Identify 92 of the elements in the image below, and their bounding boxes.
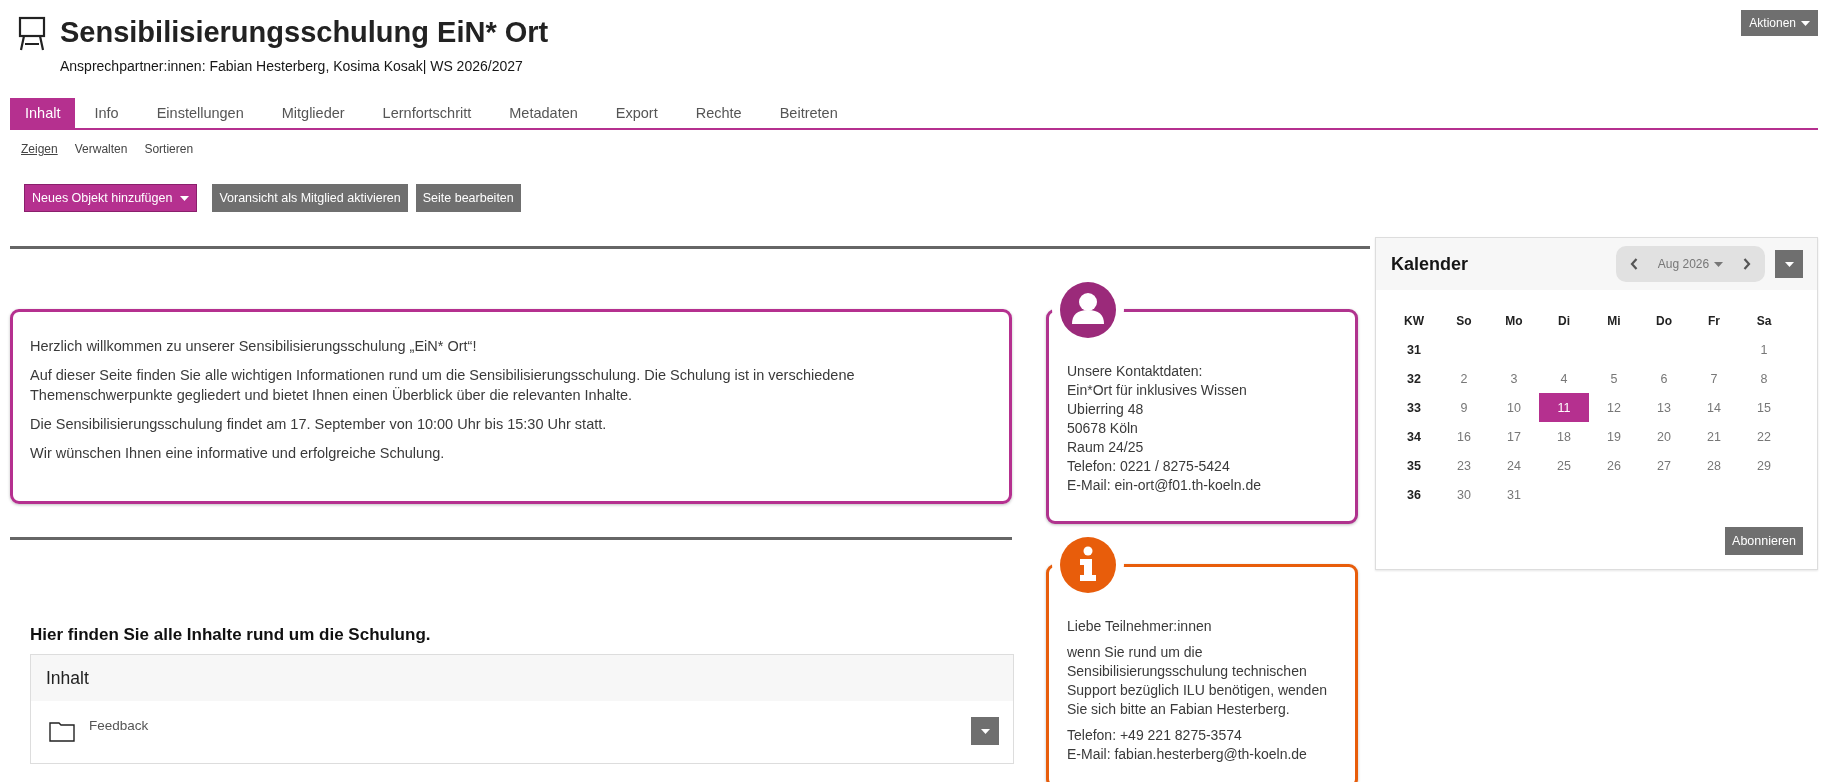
- calendar-day[interactable]: 28: [1689, 451, 1739, 480]
- calendar-day[interactable]: 15: [1739, 393, 1789, 422]
- toolbar-button[interactable]: Seite bearbeiten: [415, 184, 521, 212]
- dropdown-button[interactable]: [971, 717, 999, 745]
- weekday-header: Fr: [1707, 312, 1721, 330]
- page-title: Sensibilisierungsschulung EiN* Ort: [60, 15, 549, 50]
- calendar-day[interactable]: 14: [1689, 393, 1739, 422]
- calendar-day[interactable]: 5: [1589, 364, 1639, 393]
- card-paragraph: Unsere Kontaktdaten: Ein*Ort für inklusives Wissen Ubierring 48 50678 Köln Raum 24/25 Telefon: 0221 / 8275-5424 E-Mail: ein-ort@f01.th-koeln.de: [1067, 362, 1262, 495]
- subtab-link[interactable]: Sortieren: [144, 142, 194, 156]
- card-paragraph: Telefon: +49 221 8275-3574 E-Mail: fabian.hesterberg@th-koeln.de: [1067, 726, 1308, 764]
- weekday-header: Do: [1655, 312, 1673, 330]
- caret-icon: [180, 195, 190, 201]
- subscribe-button[interactable]: Abonnieren: [1725, 527, 1803, 555]
- tab[interactable]: Einstellungen: [137, 98, 263, 128]
- calendar-day[interactable]: 9: [1439, 393, 1489, 422]
- weekday-header: Mo: [1504, 312, 1524, 330]
- week-number: 35: [1406, 457, 1422, 475]
- calendar-day[interactable]: 24: [1489, 451, 1539, 480]
- weekday-header: Di: [1557, 312, 1571, 330]
- chevron-right-icon: [1743, 258, 1751, 270]
- section-heading: Hier finden Sie alle Inhalte rund um die Schulung.: [30, 625, 432, 645]
- welcome-paragraph: Die Sensibilisierungsschulung findet am 17. September von 10:00 Uhr bis 15:30 Uhr statt.: [30, 415, 608, 434]
- calendar-day[interactable]: 22: [1739, 422, 1789, 451]
- card-paragraph: Liebe Teilnehmer:innen: [1067, 617, 1213, 636]
- calendar-day[interactable]: 30: [1439, 480, 1489, 509]
- calendar-day[interactable]: 17: [1489, 422, 1539, 451]
- weekday-header: So: [1455, 312, 1473, 330]
- calendar-day[interactable]: 8: [1739, 364, 1789, 393]
- add-object-button[interactable]: Neues Objekt hinzufügen: [24, 184, 198, 212]
- actions-button[interactable]: Aktionen: [1741, 10, 1818, 36]
- week-number: 34: [1406, 428, 1422, 446]
- dropdown-button[interactable]: [1775, 250, 1803, 278]
- calendar-day[interactable]: 4: [1539, 364, 1589, 393]
- calendar-day[interactable]: 21: [1689, 422, 1739, 451]
- calendar-day[interactable]: 19: [1589, 422, 1639, 451]
- tab[interactable]: Beitreten: [760, 98, 857, 128]
- calendar-day[interactable]: 7: [1689, 364, 1739, 393]
- calendar-day[interactable]: 2: [1439, 364, 1489, 393]
- calendar-title: Kalender: [1391, 253, 1470, 275]
- tab[interactable]: Mitglieder: [262, 98, 364, 128]
- calendar-day[interactable]: 25: [1539, 451, 1589, 480]
- tab[interactable]: Inhalt: [10, 98, 76, 128]
- week-number: 33: [1406, 399, 1422, 417]
- calendar-day[interactable]: 11: [1539, 393, 1589, 422]
- weekday-header: KW: [1403, 312, 1425, 330]
- calendar-day[interactable]: 23: [1439, 451, 1489, 480]
- presentation-board-icon: [18, 16, 46, 52]
- caret-icon: [1784, 261, 1794, 267]
- info-icon: [1060, 537, 1116, 593]
- subtab-link[interactable]: Zeigen: [21, 142, 58, 156]
- list-item-link[interactable]: Feedback: [89, 718, 957, 733]
- caret-icon: [1801, 20, 1810, 26]
- tab[interactable]: Info: [75, 98, 138, 128]
- page-subtitle: Ansprechpartner:innen: Fabian Hesterberg, Kosima Kosak| WS 2026/2027: [60, 58, 523, 74]
- calendar-day[interactable]: 3: [1489, 364, 1539, 393]
- calendar-day[interactable]: 16: [1439, 422, 1489, 451]
- previous-month-button[interactable]: [1630, 258, 1638, 270]
- calendar-day[interactable]: 12: [1589, 393, 1639, 422]
- folder-icon: [49, 720, 75, 742]
- welcome-paragraph: Herzlich willkommen zu unserer Sensibilisierungsschulung „EiN* Ort“!: [30, 337, 478, 356]
- calendar-day[interactable]: 29: [1739, 451, 1789, 480]
- calendar-day[interactable]: 1: [1739, 335, 1789, 364]
- calendar-day[interactable]: 26: [1589, 451, 1639, 480]
- person-icon: [1060, 282, 1116, 338]
- caret-icon: [1714, 261, 1724, 267]
- month-selector[interactable]: Aug 2026: [1657, 257, 1724, 271]
- welcome-paragraph: Wir wünschen Ihnen eine informative und erfolgreiche Schulung.: [30, 444, 446, 463]
- calendar-day[interactable]: 20: [1639, 422, 1689, 451]
- calendar-day[interactable]: 6: [1639, 364, 1689, 393]
- card-paragraph: wenn Sie rund um die Sensibilisierungsschulung technischen Support bezüglich ILU benötigen, wenden Sie sich bitte an Fabian Hesterberg.: [1067, 643, 1328, 719]
- week-number: 36: [1406, 486, 1422, 504]
- tab[interactable]: Lernfortschritt: [363, 98, 491, 128]
- subtab-link[interactable]: Verwalten: [74, 142, 128, 156]
- calendar-day[interactable]: 18: [1539, 422, 1589, 451]
- next-month-button[interactable]: [1743, 258, 1751, 270]
- week-number: 31: [1406, 341, 1422, 359]
- weekday-header: Sa: [1755, 312, 1773, 330]
- calendar-day[interactable]: 31: [1489, 480, 1539, 509]
- week-number: 32: [1406, 370, 1422, 388]
- chevron-left-icon: [1630, 258, 1638, 270]
- calendar-day[interactable]: 10: [1489, 393, 1539, 422]
- tab[interactable]: Rechte: [676, 98, 761, 128]
- tab[interactable]: Export: [596, 98, 677, 128]
- weekday-header: Mi: [1606, 312, 1622, 330]
- panel-title: Inhalt: [31, 655, 1013, 701]
- welcome-paragraph: Auf dieser Seite finden Sie alle wichtigen Informationen rund um die Sensibilisierungsschulung. Die Schulung ist in verschiedene Themenschwerpunkte gegliedert und bietet Ihnen einen Überblick über die relevanten Inhalte.: [30, 366, 856, 405]
- toolbar-button[interactable]: Voransicht als Mitglied aktivieren: [212, 184, 408, 212]
- calendar-day[interactable]: 13: [1639, 393, 1689, 422]
- caret-icon: [980, 728, 990, 734]
- tab[interactable]: Metadaten: [490, 98, 597, 128]
- calendar-day[interactable]: 27: [1639, 451, 1689, 480]
